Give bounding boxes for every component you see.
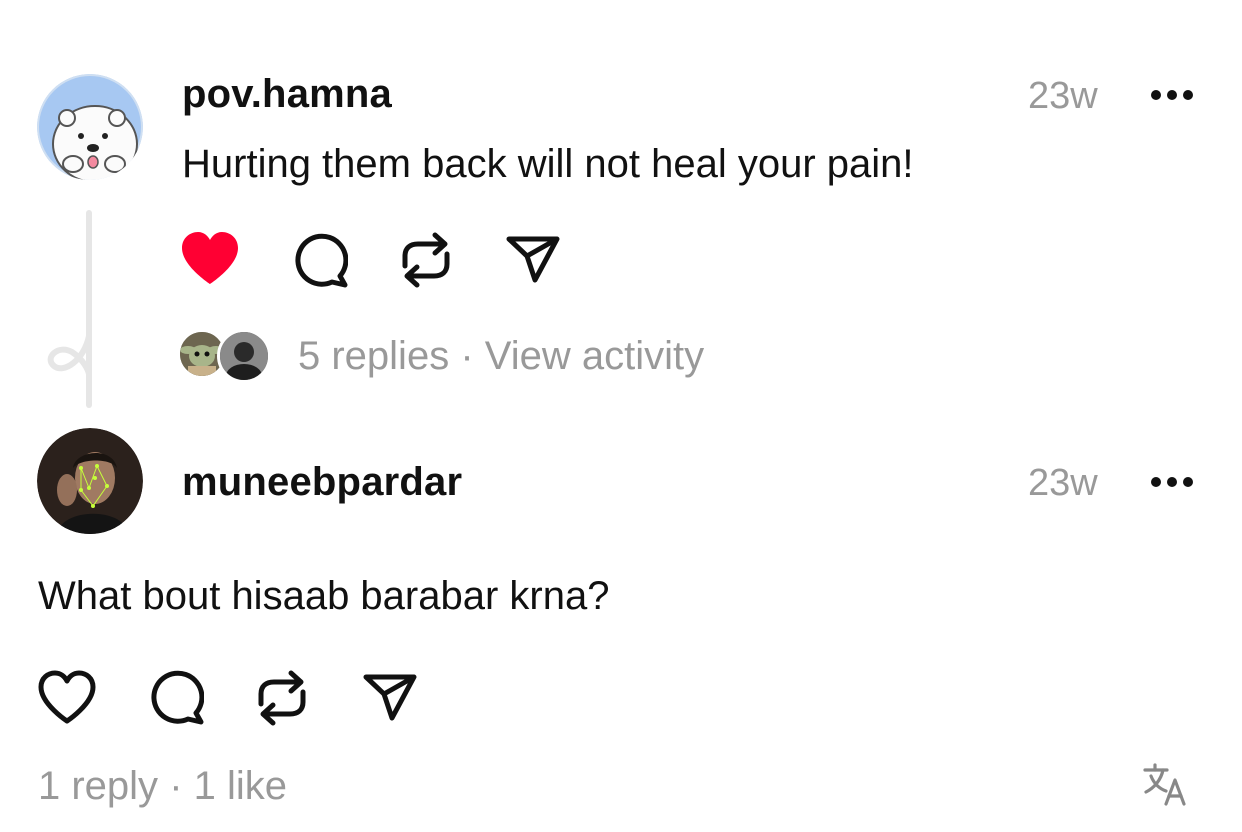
post-replies-count[interactable]: 5 replies <box>298 334 449 378</box>
thread-loop <box>44 330 96 385</box>
post-text: Hurting them back will not heal your pai… <box>182 142 914 186</box>
post-share-button[interactable] <box>505 234 561 284</box>
reply-more-button[interactable] <box>1150 475 1194 493</box>
heart-icon <box>38 670 96 724</box>
reply-text: What bout hisaab barabar krna? <box>38 574 610 618</box>
reply-repost-button[interactable] <box>256 668 308 728</box>
translate-button[interactable] <box>1142 762 1188 811</box>
post-like-button[interactable] <box>180 232 240 286</box>
heart-icon <box>182 232 238 284</box>
repost-icon <box>258 670 306 726</box>
share-icon <box>363 674 417 721</box>
reply-username[interactable]: muneebpardar <box>182 460 462 505</box>
post-repost-button[interactable] <box>400 230 452 290</box>
translate-icon <box>1143 763 1186 806</box>
more-icon <box>1151 477 1193 487</box>
reply-meta: 1 reply · 1 like <box>38 764 287 809</box>
reply-replies-count[interactable]: 1 reply <box>38 764 158 808</box>
post-timestamp: 23w <box>1028 75 1098 117</box>
comment-icon <box>295 233 348 288</box>
profile-photo-image <box>37 428 143 534</box>
avatar-pov-hamna[interactable] <box>37 74 143 180</box>
view-activity-link[interactable]: View activity <box>485 334 704 378</box>
post-username[interactable]: pov.hamna <box>182 72 392 117</box>
post-more-button[interactable] <box>1150 88 1194 106</box>
comment-icon <box>151 670 204 725</box>
reply-timestamp: 23w <box>1028 462 1098 504</box>
bear-avatar-image <box>37 74 143 180</box>
avatar-muneebpardar[interactable] <box>37 428 143 534</box>
reply-avatar-2 <box>217 329 271 383</box>
share-icon <box>506 236 560 283</box>
post-comment-button[interactable] <box>290 232 348 288</box>
reply-comment-button[interactable] <box>146 669 204 725</box>
meta-separator: · <box>169 764 183 808</box>
reply-share-button[interactable] <box>362 672 418 722</box>
reply-like-button[interactable] <box>37 670 97 726</box>
repost-icon <box>402 232 450 288</box>
post-activity-meta[interactable]: 5 replies · View activity <box>298 334 704 379</box>
reply-likes-count[interactable]: 1 like <box>194 764 287 808</box>
meta-separator: · <box>460 334 474 378</box>
more-icon <box>1151 90 1193 100</box>
